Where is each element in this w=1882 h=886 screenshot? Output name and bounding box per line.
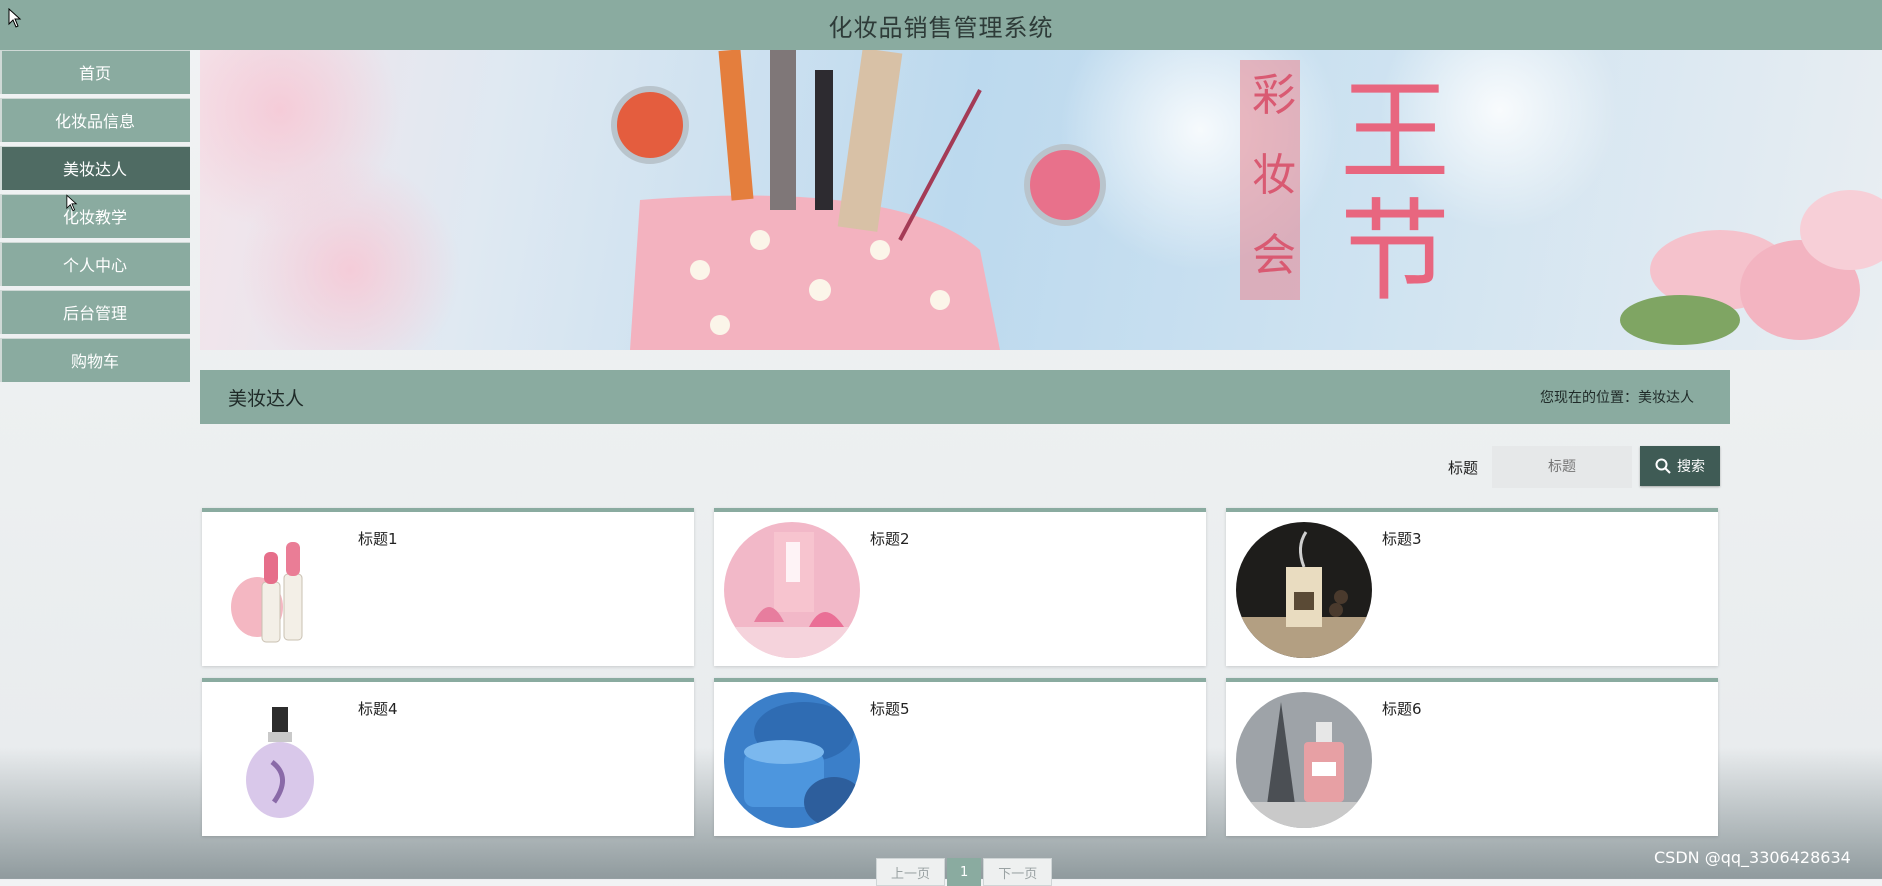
list-item[interactable]: 标题4: [202, 678, 694, 836]
svg-text:会: 会: [1252, 230, 1296, 281]
sidebar-item-label: 后台管理: [62, 304, 127, 323]
card-title[interactable]: 标题4: [358, 698, 398, 719]
sidebar-item-label: 化妆品信息: [54, 112, 135, 131]
card-image[interactable]: [212, 692, 348, 828]
card-title[interactable]: 标题1: [358, 528, 398, 549]
app-header: 化妆品销售管理系统: [0, 0, 1882, 50]
svg-text:节: 节: [1340, 188, 1450, 316]
sidebar-item-admin[interactable]: 后台管理: [0, 290, 190, 334]
sidebar-item-cart[interactable]: 购物车: [0, 338, 190, 382]
svg-text:彩: 彩: [1252, 70, 1296, 121]
pagination: 上一页 1 下一页: [876, 858, 1054, 886]
sidebar-item-label: 个人中心: [62, 256, 127, 275]
prev-page-button[interactable]: 上一页: [876, 858, 946, 886]
list-item[interactable]: 标题1: [202, 508, 694, 666]
sidebar-nav: 首页 化妆品信息 美妆达人 化妆教学 个人中心 后台管理 购物车: [0, 50, 190, 386]
card-title[interactable]: 标题5: [870, 698, 910, 719]
search-button-label: 搜索: [1677, 458, 1705, 474]
search-bar: 标题 搜索: [200, 444, 1720, 488]
card-title[interactable]: 标题3: [1382, 528, 1422, 549]
svg-text:王: 王: [1340, 68, 1450, 196]
sidebar-item-beauty-experts[interactable]: 美妆达人: [0, 146, 190, 190]
search-button[interactable]: 搜索: [1640, 446, 1720, 486]
sidebar-item-label: 首页: [78, 64, 111, 83]
current-page-button[interactable]: 1: [947, 858, 982, 886]
svg-text:妆: 妆: [1252, 150, 1296, 201]
list-item[interactable]: 标题6: [1226, 678, 1718, 836]
card-title[interactable]: 标题6: [1382, 698, 1422, 719]
search-icon: [1655, 458, 1671, 474]
list-item[interactable]: 标题5: [714, 678, 1206, 836]
section-header: 美妆达人 您现在的位置：美妆达人: [200, 370, 1730, 424]
card-image[interactable]: [724, 522, 860, 658]
watermark: CSDN @qq_3306428634: [1654, 848, 1851, 867]
banner-image: 彩 妆 会 王 节: [200, 50, 1882, 350]
breadcrumb-label: 您现在的位置：: [1540, 390, 1638, 406]
breadcrumb: 您现在的位置：美妆达人: [1540, 387, 1694, 407]
sidebar-item-label: 美妆达人: [62, 160, 127, 179]
card-image[interactable]: [1236, 522, 1372, 658]
card-image[interactable]: [212, 522, 348, 658]
sidebar-item-personal-center[interactable]: 个人中心: [0, 242, 190, 286]
next-page-button[interactable]: 下一页: [983, 858, 1053, 886]
search-label: 标题: [1448, 459, 1479, 477]
card-image[interactable]: [1236, 692, 1372, 828]
list-item[interactable]: 标题3: [1226, 508, 1718, 666]
cosmetics-banner-illustration: 彩 妆 会 王 节: [200, 50, 1882, 350]
mouse-cursor-icon: [66, 194, 78, 212]
list-item[interactable]: 标题2: [714, 508, 1206, 666]
card-title[interactable]: 标题2: [870, 528, 910, 549]
app-title: 化妆品销售管理系统: [828, 13, 1054, 42]
sidebar-item-label: 购物车: [70, 352, 119, 371]
section-title: 美妆达人: [228, 387, 305, 410]
mouse-cursor-icon: [8, 8, 22, 28]
breadcrumb-current[interactable]: 美妆达人: [1638, 390, 1694, 406]
search-input[interactable]: [1492, 446, 1632, 488]
sidebar-item-cosmetics-info[interactable]: 化妆品信息: [0, 98, 190, 142]
sidebar-item-home[interactable]: 首页: [0, 50, 190, 94]
card-image[interactable]: [724, 692, 860, 828]
sidebar-item-makeup-tutorial[interactable]: 化妆教学: [0, 194, 190, 238]
